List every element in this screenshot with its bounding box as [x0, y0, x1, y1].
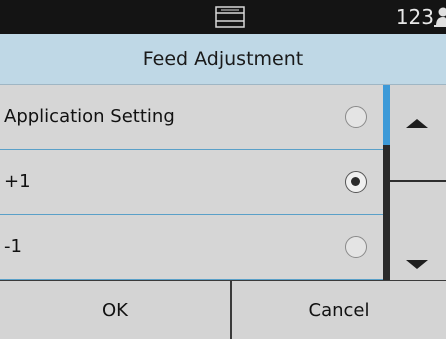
scroll-controls: [390, 85, 446, 280]
triangle-up-icon: [406, 119, 428, 128]
option-label: +1: [4, 171, 31, 192]
option-minus-1[interactable]: -1: [0, 215, 383, 280]
option-label: Application Setting: [4, 106, 175, 127]
ok-button[interactable]: OK: [0, 281, 230, 339]
user-icon[interactable]: [434, 6, 446, 28]
options-list: Application Setting +1 -1: [0, 85, 383, 280]
status-counter: 123: [395, 5, 434, 29]
radio-dot: [351, 177, 360, 186]
option-plus-1[interactable]: +1: [0, 150, 383, 215]
cancel-button[interactable]: Cancel: [232, 281, 446, 339]
scrollbar-track[interactable]: [383, 85, 390, 280]
triangle-down-icon: [406, 260, 428, 269]
status-bar: 123: [0, 0, 446, 34]
option-label: -1: [4, 236, 22, 257]
radio-button[interactable]: [345, 236, 367, 258]
radio-button[interactable]: [345, 106, 367, 128]
dialog-title: Feed Adjustment: [142, 48, 304, 70]
scroll-down-button[interactable]: [390, 182, 446, 280]
scroll-up-button[interactable]: [390, 85, 446, 181]
dialog-footer: OK Cancel: [0, 280, 446, 339]
radio-button-selected[interactable]: [345, 171, 367, 193]
option-application-setting[interactable]: Application Setting: [0, 85, 383, 150]
scanner-icon[interactable]: [213, 4, 247, 30]
scrollbar-thumb[interactable]: [383, 85, 390, 145]
dialog-title-bar: Feed Adjustment: [0, 34, 446, 85]
